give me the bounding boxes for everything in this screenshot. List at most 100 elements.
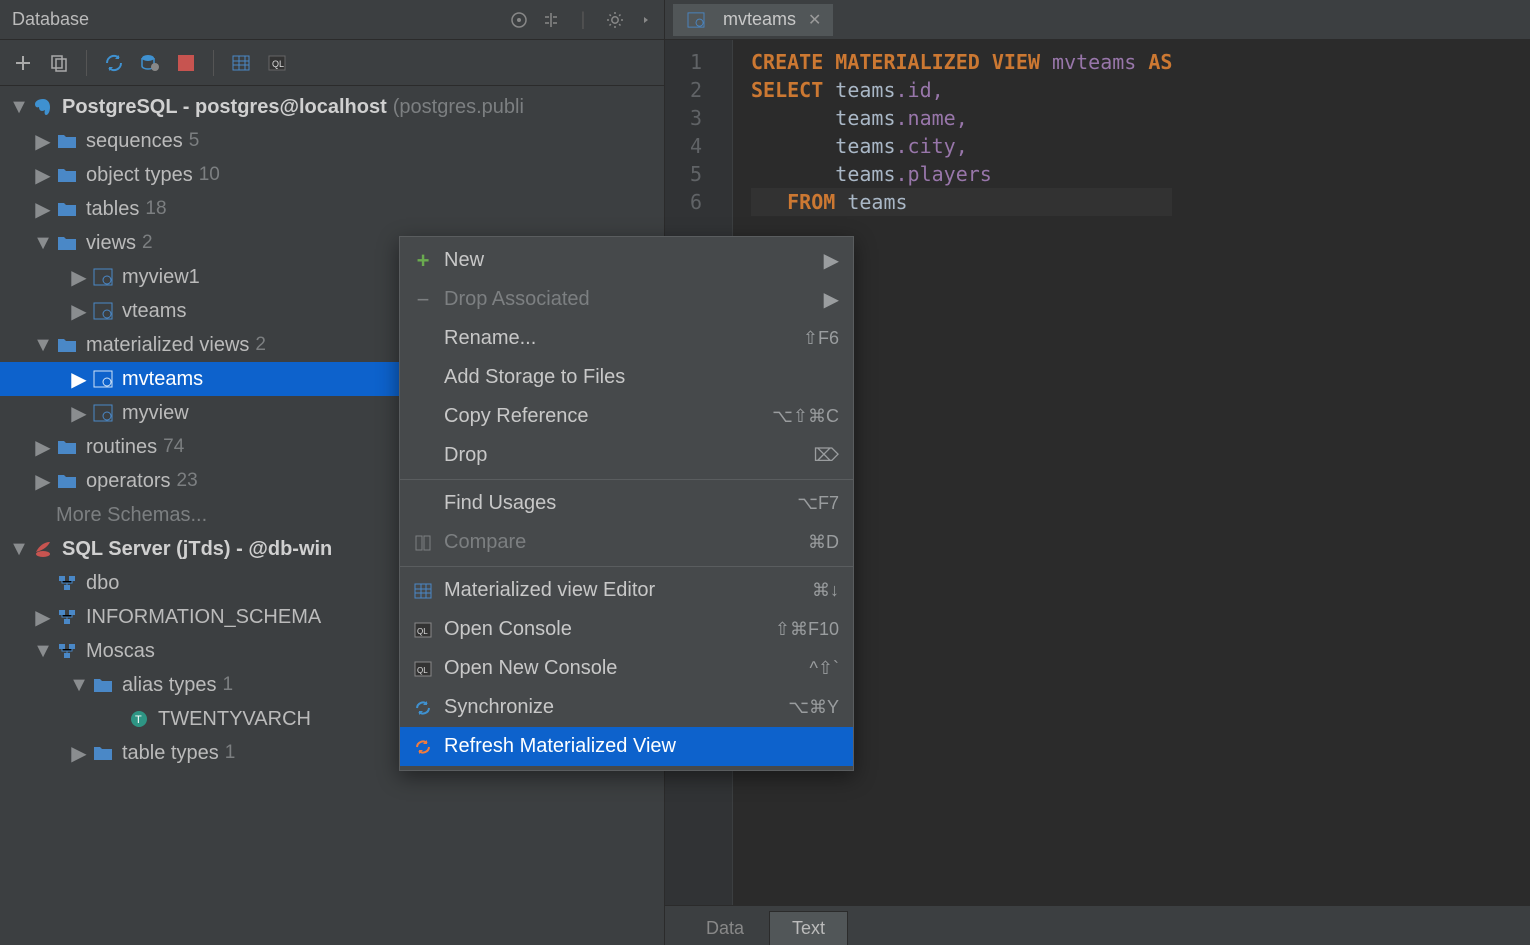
db-node-postgresql[interactable]: ▼ PostgreSQL - postgres@localhost (postg… <box>0 90 664 124</box>
node-label: table types <box>122 742 219 765</box>
spacer <box>34 574 52 592</box>
folder-icon <box>92 674 114 696</box>
ctx-compare[interactable]: Compare ⌘D <box>400 523 853 562</box>
keyword: AS <box>1148 50 1172 74</box>
ctx-label: New <box>444 249 818 272</box>
refresh-icon[interactable] <box>101 50 127 76</box>
folder-icon <box>56 334 78 356</box>
chevron-right-icon[interactable]: ▶ <box>34 472 52 490</box>
node-label: INFORMATION_SCHEMA <box>86 606 321 629</box>
postgres-icon <box>32 96 54 118</box>
ctx-drop[interactable]: Drop ⌦ <box>400 436 853 475</box>
node-tables[interactable]: ▶ tables 18 <box>0 192 664 226</box>
ctx-label: Open Console <box>444 618 775 641</box>
ctx-rename[interactable]: Rename... ⇧F6 <box>400 319 853 358</box>
stop-icon[interactable] <box>173 50 199 76</box>
node-label: materialized views <box>86 334 249 357</box>
view-icon <box>92 266 114 288</box>
tab-mvteams[interactable]: mvteams ✕ <box>673 4 833 36</box>
ctx-open-console[interactable]: QL Open Console ⇧⌘F10 <box>400 610 853 649</box>
ctx-add-storage[interactable]: Add Storage to Files <box>400 358 853 397</box>
editor-tabs: mvteams ✕ <box>665 0 1530 40</box>
count-badge: 1 <box>223 674 234 696</box>
divider-icon: | <box>574 11 592 29</box>
chevron-right-icon[interactable]: ▶ <box>70 268 88 286</box>
context-menu: + New ▶ − Drop Associated ▶ Rename... ⇧F… <box>399 236 854 771</box>
count-badge: 1 <box>225 742 236 764</box>
hide-icon[interactable] <box>638 11 656 29</box>
ctx-find-usages[interactable]: Find Usages ⌥F7 <box>400 484 853 523</box>
count-badge: 2 <box>142 232 153 254</box>
node-label: alias types <box>122 674 217 697</box>
sqlserver-icon <box>32 538 54 560</box>
chevron-right-icon[interactable]: ▶ <box>34 608 52 626</box>
ctx-label: Rename... <box>444 327 803 350</box>
ctx-copy-ref[interactable]: Copy Reference ⌥⇧⌘C <box>400 397 853 436</box>
ctx-mv-editor[interactable]: Materialized view Editor ⌘↓ <box>400 571 853 610</box>
chevron-right-icon[interactable]: ▶ <box>70 404 88 422</box>
chevron-right-icon[interactable]: ▶ <box>34 132 52 150</box>
shortcut: ⌥⌘Y <box>788 697 839 718</box>
minus-icon: − <box>410 287 436 313</box>
schema-icon <box>56 640 78 662</box>
panel-header: Database | <box>0 0 664 40</box>
chevron-right-icon[interactable]: ▶ <box>34 200 52 218</box>
keyword: SELECT <box>751 78 823 102</box>
datasource-props-icon[interactable] <box>137 50 163 76</box>
bottom-tabs: Data Text <box>665 905 1530 945</box>
ctx-label: Find Usages <box>444 492 797 515</box>
chevron-down-icon[interactable]: ▼ <box>10 98 28 116</box>
node-object-types[interactable]: ▶ object types 10 <box>0 158 664 192</box>
chevron-right-icon[interactable]: ▶ <box>34 438 52 456</box>
ctx-open-new-console[interactable]: QL Open New Console ^⇧` <box>400 649 853 688</box>
line-number: 2 <box>665 76 724 104</box>
compare-icon <box>410 534 436 552</box>
split-icon[interactable] <box>542 11 560 29</box>
plus-icon: + <box>410 248 436 274</box>
chevron-right-icon[interactable]: ▶ <box>34 166 52 184</box>
keyword: CREATE MATERIALIZED VIEW <box>751 50 1040 74</box>
tab-text[interactable]: Text <box>769 911 848 945</box>
tab-data[interactable]: Data <box>683 911 767 945</box>
node-sequences[interactable]: ▶ sequences 5 <box>0 124 664 158</box>
separator <box>400 566 853 567</box>
target-icon[interactable] <box>510 11 528 29</box>
ctx-label: Synchronize <box>444 696 788 719</box>
node-label: TWENTYVARCH <box>158 708 311 731</box>
ctx-label: Drop <box>444 444 814 467</box>
chevron-down-icon[interactable]: ▼ <box>34 642 52 660</box>
chevron-right-icon[interactable]: ▶ <box>70 302 88 320</box>
add-icon[interactable] <box>10 50 36 76</box>
ctx-label: Open New Console <box>444 657 809 680</box>
ctx-label: Drop Associated <box>444 288 818 311</box>
separator <box>400 479 853 480</box>
ctx-drop-assoc[interactable]: − Drop Associated ▶ <box>400 280 853 319</box>
ctx-refresh-mv[interactable]: Refresh Materialized View <box>400 727 853 766</box>
column: .id, <box>896 78 944 102</box>
line-number: 1 <box>665 48 724 76</box>
gear-icon[interactable] <box>606 11 624 29</box>
node-label: mvteams <box>122 368 203 391</box>
shortcut: ⌘↓ <box>812 580 839 601</box>
close-icon[interactable]: ✕ <box>808 10 821 30</box>
chevron-down-icon[interactable]: ▼ <box>34 336 52 354</box>
table-ref: teams <box>835 78 895 102</box>
ctx-synchronize[interactable]: Synchronize ⌥⌘Y <box>400 688 853 727</box>
node-label: myview <box>122 402 189 425</box>
schema-icon <box>56 606 78 628</box>
chevron-down-icon[interactable]: ▼ <box>10 540 28 558</box>
tab-label: mvteams <box>723 9 796 30</box>
type-icon: T <box>128 708 150 730</box>
chevron-right-icon[interactable]: ▶ <box>70 744 88 762</box>
ctx-new[interactable]: + New ▶ <box>400 241 853 280</box>
console-icon[interactable]: QL <box>264 50 290 76</box>
identifier: mvteams <box>1052 50 1136 74</box>
line-number: 3 <box>665 104 724 132</box>
chevron-right-icon[interactable]: ▶ <box>70 370 88 388</box>
duplicate-icon[interactable] <box>46 50 72 76</box>
table-icon[interactable] <box>228 50 254 76</box>
node-label: object types <box>86 164 193 187</box>
ctx-label: Compare <box>444 531 808 554</box>
chevron-down-icon[interactable]: ▼ <box>70 676 88 694</box>
chevron-down-icon[interactable]: ▼ <box>34 234 52 252</box>
